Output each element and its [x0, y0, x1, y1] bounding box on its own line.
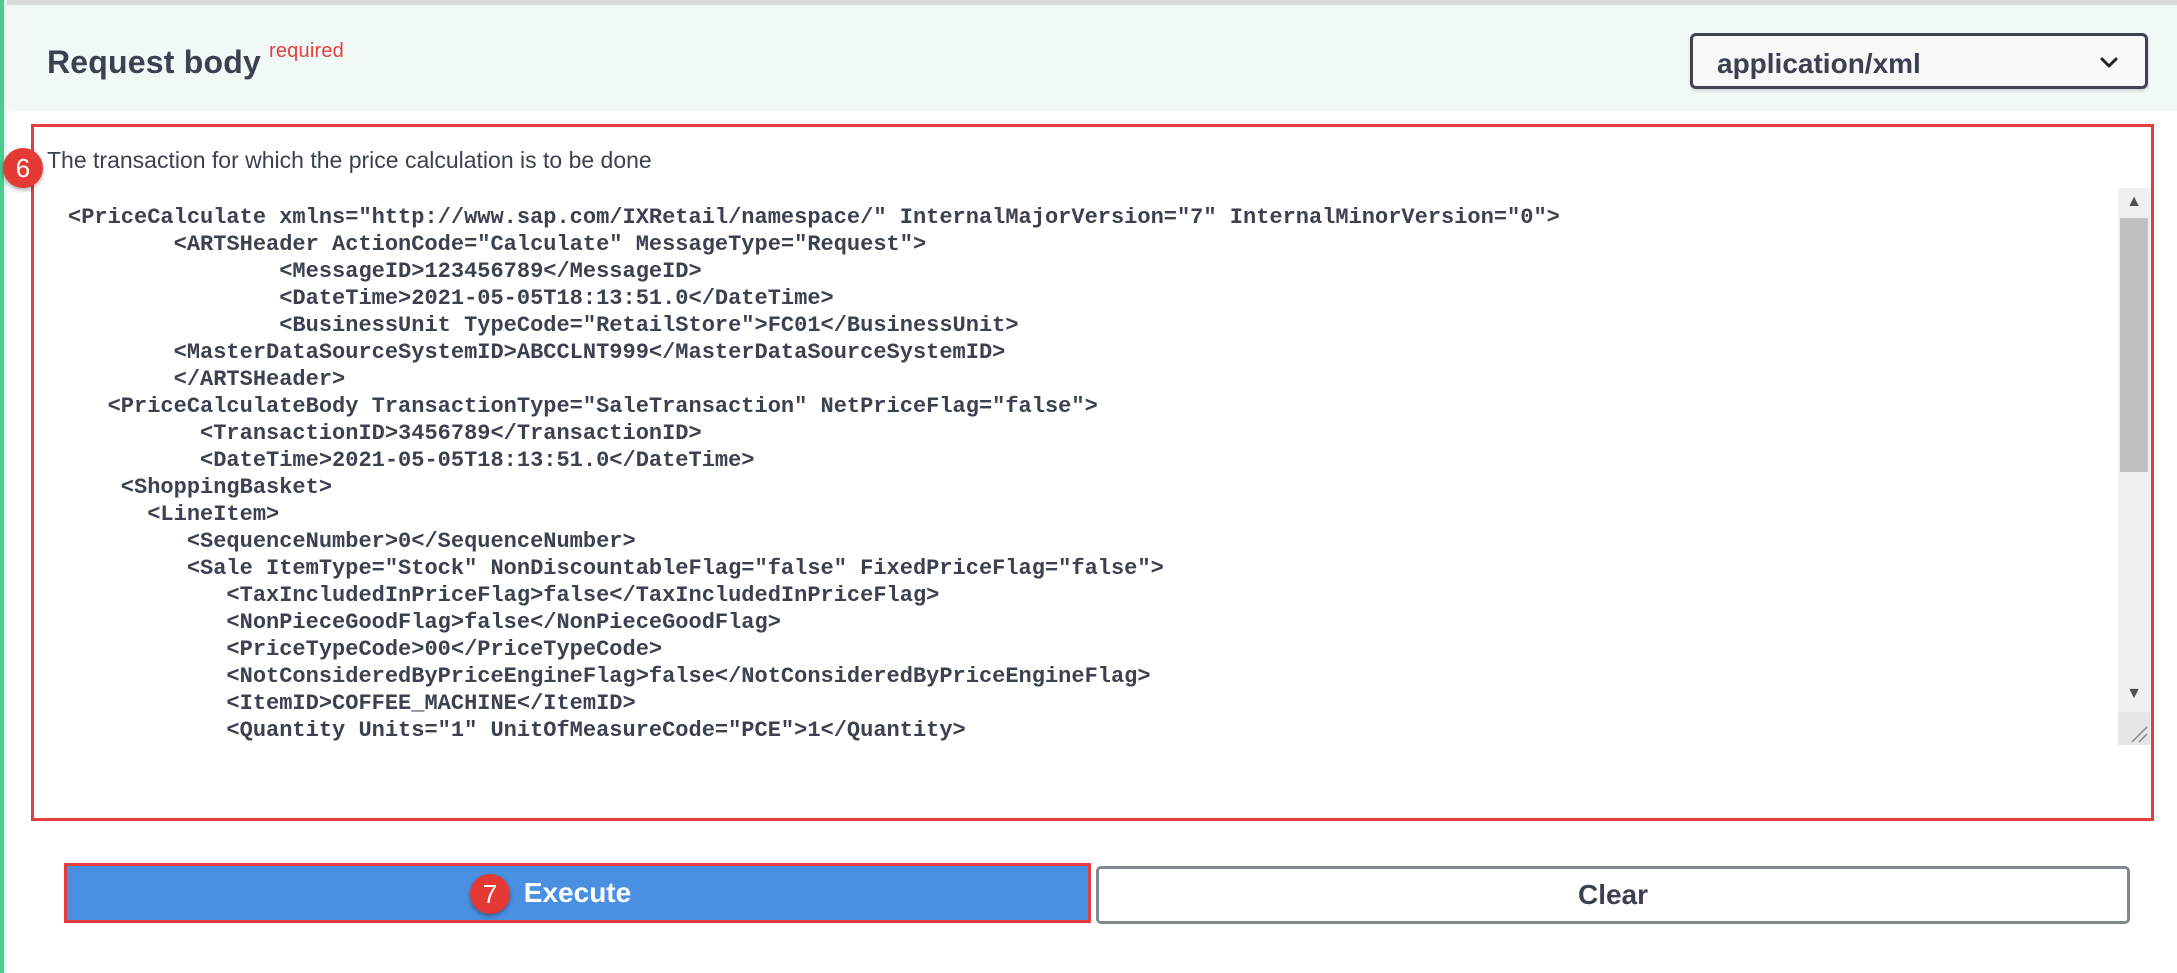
code-line: <PriceTypeCode>00</PriceTypeCode>: [68, 637, 663, 662]
code-line: <NotConsideredByPriceEngineFlag>false</N…: [68, 664, 1151, 689]
request-body-title: Request body required: [47, 40, 344, 81]
code-line: <ARTSHeader ActionCode="Calculate" Messa…: [68, 232, 927, 257]
code-line: <LineItem>: [68, 502, 280, 527]
code-line: <MessageID>123456789</MessageID>: [68, 259, 702, 284]
code-line: <ItemID>COFFEE_MACHINE</ItemID>: [68, 691, 636, 716]
code-line: </ARTSHeader>: [68, 367, 346, 392]
scroll-up-arrow-icon[interactable]: ▲: [2118, 188, 2150, 216]
content-type-value: application/xml: [1717, 48, 1921, 79]
scroll-thumb[interactable]: [2120, 218, 2148, 472]
code-line: <TaxIncludedInPriceFlag>false</TaxInclud…: [68, 583, 940, 608]
code-line: <ShoppingBasket>: [68, 475, 333, 500]
code-line: <PriceCalculateBody TransactionType="Sal…: [68, 394, 1098, 419]
scroll-down-arrow-icon[interactable]: ▼: [2118, 680, 2150, 708]
request-body-code: <PriceCalculate xmlns="http://www.sap.co…: [68, 204, 1560, 744]
code-line: <Quantity Units="1" UnitOfMeasureCode="P…: [68, 718, 966, 743]
left-accent-shade: [4, 0, 7, 973]
required-label: required: [268, 40, 344, 62]
annotation-marker-7: 7: [470, 874, 510, 914]
code-line: <Sale ItemType="Stock" NonDiscountableFl…: [68, 556, 1164, 581]
chevron-down-icon: [2100, 57, 2118, 68]
code-line: <PriceCalculate xmlns="http://www.sap.co…: [68, 205, 1560, 230]
annotation-marker-6: 6: [3, 148, 43, 188]
code-line: <BusinessUnit TypeCode="RetailStore">FC0…: [68, 313, 1019, 338]
editor-scrollbar[interactable]: ▲ ▼: [2118, 188, 2150, 745]
content-type-select[interactable]: application/xml: [1690, 33, 2148, 89]
request-body-title-text: Request body: [47, 44, 261, 80]
code-line: <NonPieceGoodFlag>false</NonPieceGoodFla…: [68, 610, 781, 635]
execute-button[interactable]: Execute: [64, 863, 1091, 923]
resize-grip-icon[interactable]: [2118, 712, 2150, 745]
resize-lines-icon: [2131, 726, 2148, 743]
clear-button[interactable]: Clear: [1096, 866, 2130, 924]
request-body-description: The transaction for which the price calc…: [47, 147, 652, 173]
request-body-editor[interactable]: <PriceCalculate xmlns="http://www.sap.co…: [46, 188, 2150, 745]
code-line: <MasterDataSourceSystemID>ABCCLNT999</Ma…: [68, 340, 1006, 365]
code-line: <DateTime>2021-05-05T18:13:51.0</DateTim…: [68, 286, 834, 311]
code-line: <SequenceNumber>0</SequenceNumber>: [68, 529, 636, 554]
code-line: <DateTime>2021-05-05T18:13:51.0</DateTim…: [68, 448, 755, 473]
code-line: <TransactionID>3456789</TransactionID>: [68, 421, 702, 446]
